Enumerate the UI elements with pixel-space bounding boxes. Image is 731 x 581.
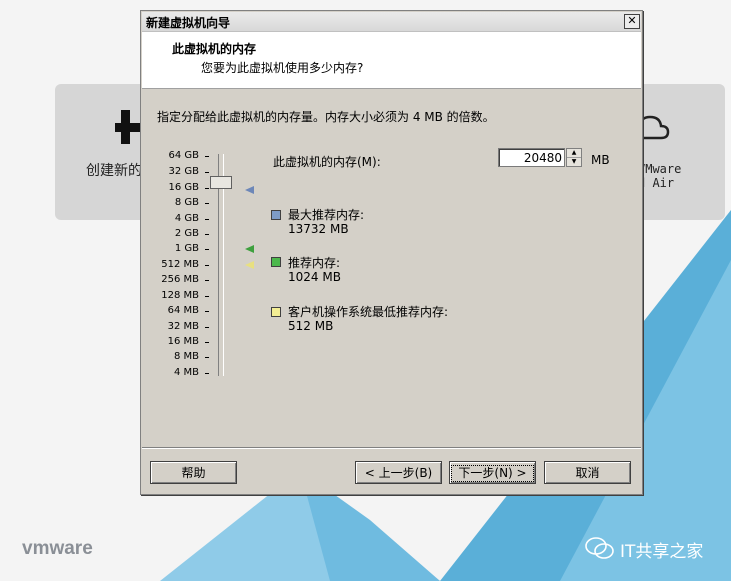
recommended-label: 推荐内存:	[288, 256, 341, 270]
scale-label: 1 GB	[174, 243, 199, 254]
close-icon[interactable]: ✕	[624, 14, 640, 29]
next-button-label: 下一步(N) >	[451, 465, 534, 482]
scale-tick	[205, 311, 209, 312]
recommended-marker-icon	[245, 245, 254, 253]
scale-label: 128 MB	[161, 290, 199, 301]
scale-label: 8 GB	[174, 197, 199, 208]
memory-unit: MB	[591, 153, 610, 167]
wizard-header: 此虚拟机的内存 您要为此虚拟机使用多少内存?	[142, 32, 641, 89]
scale-label: 64 MB	[167, 305, 199, 316]
scale-label: 32 GB	[168, 166, 199, 177]
vmware-logo: vmware	[22, 538, 93, 559]
back-button[interactable]: < 上一步(B)	[355, 461, 442, 484]
max-recommended-swatch	[271, 210, 281, 220]
dialog-titlebar[interactable]: 新建虚拟机向导 ✕	[142, 12, 641, 32]
watermark-text: IT共享之家	[620, 542, 704, 562]
scale-tick	[205, 296, 209, 297]
scale-tick	[205, 357, 209, 358]
scale-tick	[205, 234, 209, 235]
scale-tick	[205, 327, 209, 328]
spin-down-icon[interactable]: ▼	[567, 158, 581, 166]
scale-tick	[205, 249, 209, 250]
memory-input[interactable]: 20480	[498, 148, 565, 167]
new-vm-wizard-dialog: 新建虚拟机向导 ✕ 此虚拟机的内存 您要为此虚拟机使用多少内存? 指定分配给此虚…	[140, 10, 643, 495]
cancel-button[interactable]: 取消	[544, 461, 631, 484]
min-recommended-value: 512 MB	[288, 319, 334, 333]
instruction-text: 指定分配给此虚拟机的内存量。内存大小必须为 4 MB 的倍数。	[157, 110, 495, 124]
memory-spinner[interactable]: ▲ ▼	[566, 148, 582, 167]
recommended-value: 1024 MB	[288, 270, 341, 284]
next-button[interactable]: 下一步(N) >	[449, 461, 536, 484]
dialog-title: 新建虚拟机向导	[146, 16, 231, 30]
scale-tick	[205, 156, 209, 157]
scale-tick	[205, 172, 209, 173]
min-recommended-label: 客户机操作系统最低推荐内存:	[288, 305, 449, 319]
recommended-swatch	[271, 257, 281, 267]
scale-tick	[205, 265, 209, 266]
scale-tick	[205, 219, 209, 220]
create-vm-text: 创建新的	[86, 163, 142, 179]
scale-label: 2 GB	[174, 228, 199, 239]
page-subtitle: 您要为此虚拟机使用多少内存?	[201, 61, 364, 75]
scale-tick	[205, 203, 209, 204]
help-button[interactable]: 帮助	[150, 461, 237, 484]
scale-tick	[205, 342, 209, 343]
scale-label: 16 GB	[168, 182, 199, 193]
plus-icon-bar	[115, 123, 142, 132]
page-title: 此虚拟机的内存	[172, 42, 257, 56]
wechat-icon	[585, 537, 614, 559]
spin-up-icon[interactable]: ▲	[567, 149, 581, 158]
scale-label: 16 MB	[167, 336, 199, 347]
memory-slider-thumb[interactable]	[210, 176, 232, 189]
scale-tick	[205, 188, 209, 189]
scale-tick	[205, 280, 209, 281]
max-recommended-marker-icon	[245, 186, 254, 194]
vcloud-air-text: VMware d Air	[638, 162, 682, 190]
scale-tick	[205, 373, 209, 374]
scale-label: 4 GB	[174, 213, 199, 224]
scale-label: 8 MB	[173, 351, 199, 362]
scale-label: 32 MB	[167, 321, 199, 332]
max-recommended-label: 最大推荐内存:	[288, 208, 365, 222]
min-recommended-swatch	[271, 307, 281, 317]
scale-label: 512 MB	[161, 259, 199, 270]
max-recommended-value: 13732 MB	[288, 222, 349, 236]
scale-label: 4 MB	[173, 367, 199, 378]
button-separator	[142, 447, 641, 449]
memory-field-label: 此虚拟机的内存(M):	[273, 155, 381, 169]
min-recommended-marker-icon	[245, 261, 254, 269]
scale-label: 256 MB	[161, 274, 199, 285]
scale-label: 64 GB	[168, 150, 199, 161]
